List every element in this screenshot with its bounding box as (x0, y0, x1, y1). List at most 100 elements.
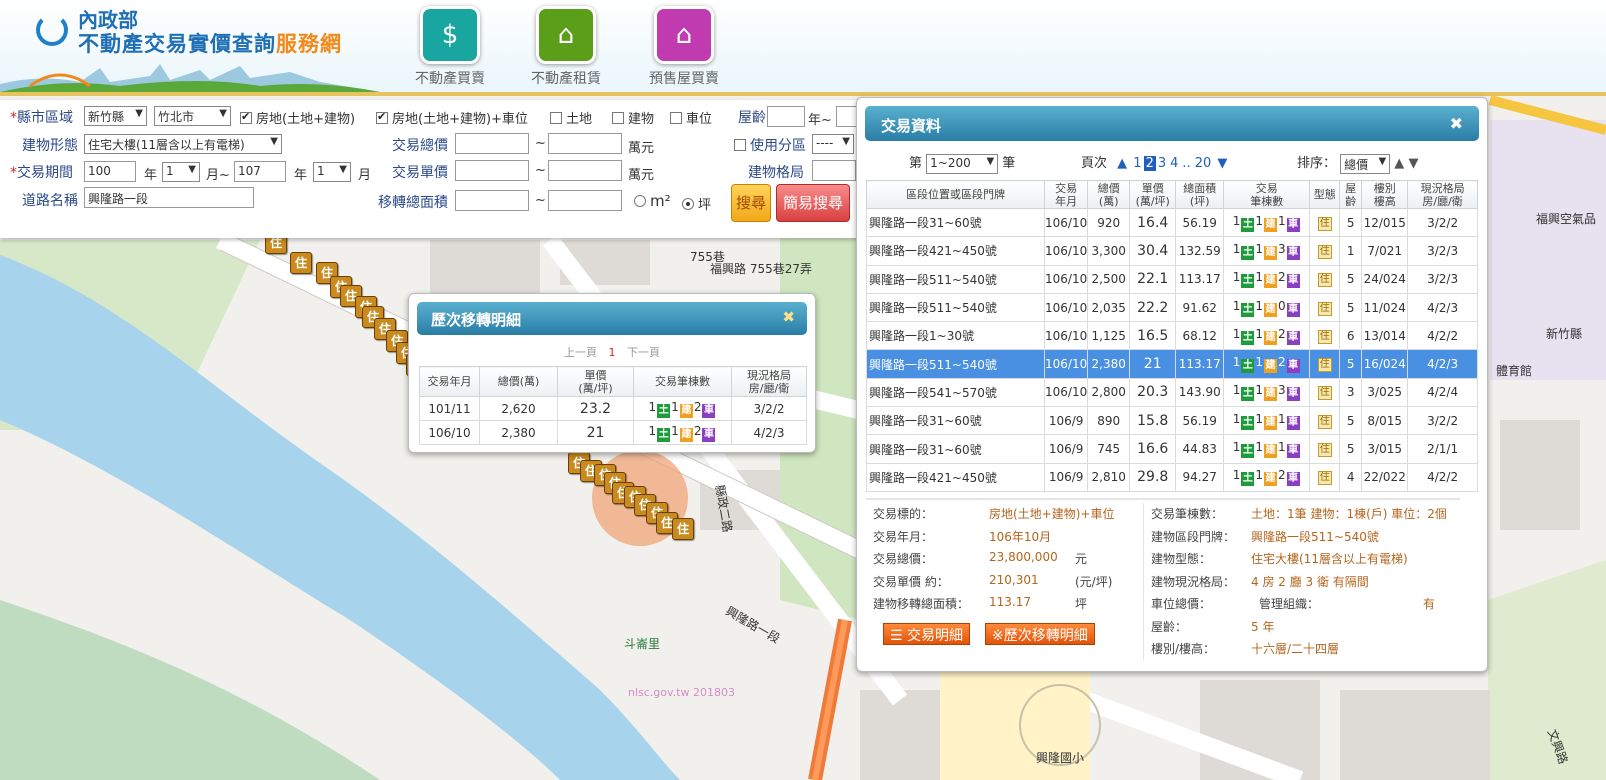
land-badge-icon: 土 (1241, 330, 1255, 345)
transaction-table: 區段位置或區段門牌 交易 年月 總價 (萬) 單價 (萬/坪) 總面積 (坪) … (866, 180, 1478, 492)
map-watermark: nlsc.gov.tw 201803 (628, 686, 735, 699)
page-link[interactable]: 20 (1195, 156, 1212, 171)
area-min-input[interactable] (455, 190, 529, 211)
total-price-label: 交易總價 (392, 138, 448, 154)
tx-type: 住 (1309, 406, 1341, 436)
transaction-row[interactable]: 興隆路一段31~60號 106/9 890 15.8 56.19 1 土 1 建 1 車住 5 8/01… (866, 406, 1478, 436)
parking-badge-icon: 車 (1286, 359, 1300, 374)
unit-price-max-input[interactable] (548, 160, 622, 181)
residential-type-icon: 住 (1317, 244, 1332, 259)
transaction-row[interactable]: 興隆路一段1~30號 106/10 1,125 16.5 68.12 1 土 1 建 2 車住 6 13… (866, 321, 1478, 351)
ministry-logo-icon (36, 14, 68, 46)
transaction-row[interactable]: 興隆路一段31~60號 106/10 920 16.4 56.19 1 土 1 建 1 車住 5 12/… (866, 207, 1478, 238)
type-house-land-parking-checkbox[interactable]: 房地(土地+建物)+車位 (376, 108, 528, 127)
period-from-year-input[interactable]: 100 (84, 161, 136, 182)
tx-age: 5 (1339, 434, 1363, 464)
close-icon[interactable]: ✖ (1450, 114, 1463, 133)
parking-badge-icon: 車 (1286, 472, 1300, 487)
tx-layout: 4/2/2 (1407, 462, 1478, 492)
detail-type: 住宅大樓(11層含以上有電梯) (1251, 552, 1408, 566)
page-link-current[interactable]: 2 (1143, 156, 1156, 171)
search-button[interactable]: 搜尋 (731, 184, 771, 222)
transaction-row[interactable]: 興隆路一段511~540號 106/10 2,035 22.2 91.62 1 土 1 建 0 車住… (866, 292, 1478, 323)
page-link[interactable]: 4 (1170, 156, 1178, 171)
month-to-text: 月~ (206, 168, 230, 183)
tx-unit: 30.4 (1129, 236, 1177, 266)
history-col-header: 交易筆棟數 (633, 366, 732, 397)
transaction-pin-icon[interactable]: 住 (290, 252, 312, 274)
sort-select[interactable]: 總價 ▼ (1340, 153, 1391, 174)
layout-input[interactable] (812, 160, 856, 181)
sort-desc-icon[interactable]: ▼ (1408, 156, 1418, 171)
residential-type-icon: 住 (1317, 443, 1332, 458)
divider (1143, 503, 1144, 661)
tx-area: 113.17 (1175, 264, 1225, 294)
sort-asc-icon[interactable]: ▲ (1394, 156, 1404, 171)
transaction-row[interactable]: 興隆路一段421~450號 106/9 2,810 29.8 94.27 1 土 1 建 2 車住 4… (866, 462, 1478, 492)
tx-type: 住 (1309, 236, 1341, 266)
tx-ym: 106/9 (1043, 462, 1089, 492)
page-link[interactable]: 1 (1133, 156, 1141, 171)
building-badge-icon: 建 (1264, 330, 1278, 345)
transaction-row[interactable]: 興隆路一段511~540號 106/10 2,500 22.1 113.17 1 土 1 建 2 車… (866, 264, 1478, 294)
total-price-min-input[interactable] (455, 133, 529, 154)
building-badge-icon: 建 (1264, 245, 1278, 260)
transaction-row[interactable]: 興隆路一段511~540號 106/10 2,380 21 113.17 1 土 1 建 2 車住 5… (866, 349, 1478, 379)
unit-m2-radio[interactable]: m² (634, 192, 671, 210)
unit-ping-radio[interactable]: 坪 (682, 194, 711, 213)
tx-floor: 11/024 (1361, 292, 1409, 323)
type-land-checkbox[interactable]: 土地 (550, 108, 592, 127)
record-range-select[interactable]: 1~200 ▼ (926, 153, 999, 174)
prev-page-link[interactable]: 上一頁 (564, 346, 597, 359)
nav-label: 不動產買賣 (415, 71, 485, 87)
transaction-pin-icon[interactable]: 住 (672, 518, 694, 540)
tilde: ~ (535, 163, 546, 178)
prev-page-icon[interactable]: ▲ (1117, 156, 1127, 171)
history-row[interactable]: 101/11 2,620 23.2 1 土 1 建 2 車 3/2/2 (419, 396, 807, 421)
tx-layout: 4/2/2 (1407, 321, 1478, 351)
county-select[interactable]: 新竹縣 ▼ (84, 106, 147, 126)
type-parking-checkbox[interactable]: 車位 (670, 108, 712, 127)
nav-real-estate-sale[interactable]: $ 不動產買賣 (400, 6, 500, 88)
building-type-select[interactable]: 住宅大樓(11層含以上有電梯) ▼ (84, 134, 282, 154)
tx-total: 1,125 (1087, 321, 1131, 351)
tx-type: 住 (1309, 377, 1341, 408)
period-to-month-select[interactable]: 1 ▼ (313, 162, 351, 182)
page-ellipsis: .. (1182, 156, 1191, 171)
type-building-checkbox[interactable]: 建物 (612, 108, 654, 127)
tx-floor: 8/015 (1361, 406, 1409, 436)
age-from-input[interactable] (767, 106, 805, 127)
history-detail-button[interactable]: ※歷次移轉明細 (985, 623, 1095, 645)
next-page-link[interactable]: 下一頁 (627, 346, 660, 359)
zoning-select[interactable]: ---- ▼ (812, 134, 854, 154)
history-row[interactable]: 106/10 2,380 21 1 土 1 建 2 車 4/2/3 (419, 420, 807, 445)
transaction-panel-title: 交易資料 (881, 117, 942, 135)
total-price-max-input[interactable] (548, 133, 622, 154)
type-house-land-checkbox[interactable]: 房地(土地+建物) (240, 108, 355, 127)
site-title[interactable]: 不動產交易實價查詢服務網 (78, 28, 342, 58)
zoning-checkbox[interactable]: 使用分區 (734, 135, 806, 155)
tx-area: 143.90 (1175, 377, 1225, 408)
transaction-row[interactable]: 興隆路一段31~60號 106/9 745 16.6 44.83 1 土 1 建 1 車住 5 3/01… (866, 434, 1478, 464)
area-max-input[interactable] (548, 190, 622, 211)
page-link[interactable]: 3 (1158, 156, 1166, 171)
tx-col-header: 區段位置或區段門牌 (866, 180, 1045, 209)
residential-type-icon: 住 (1317, 329, 1332, 344)
simple-search-button[interactable]: 簡易搜尋 (776, 184, 850, 222)
district-select[interactable]: 竹北市 ▼ (154, 106, 231, 126)
nav-rental[interactable]: ⌂ 不動產租賃 (516, 6, 616, 88)
detail-target-label: 交易標的： (873, 507, 934, 521)
close-icon[interactable]: ✖ (782, 308, 795, 326)
tx-unit: 22.2 (1129, 292, 1177, 323)
transaction-row[interactable]: 興隆路一段541~570號 106/10 2,800 20.3 143.90 1 土 1 建 3 車… (866, 377, 1478, 408)
transaction-detail-button[interactable]: ☰ 交易明細 (883, 623, 971, 645)
unit-price-min-input[interactable] (455, 160, 529, 181)
period-to-year-input[interactable]: 107 (234, 161, 286, 182)
period-from-month-select[interactable]: 1 ▼ (162, 162, 200, 182)
next-page-icon[interactable]: ▼ (1217, 156, 1227, 171)
tx-count: 1土1建2車 (1223, 264, 1311, 294)
nav-presale[interactable]: ⌂ 預售屋買賣 (634, 6, 734, 88)
transaction-row[interactable]: 興隆路一段421~450號 106/10 3,300 30.4 132.59 1 土 1 建 3 車… (866, 236, 1478, 266)
tx-area: 132.59 (1175, 236, 1225, 266)
road-name-input[interactable]: 興隆路一段 (84, 187, 254, 208)
